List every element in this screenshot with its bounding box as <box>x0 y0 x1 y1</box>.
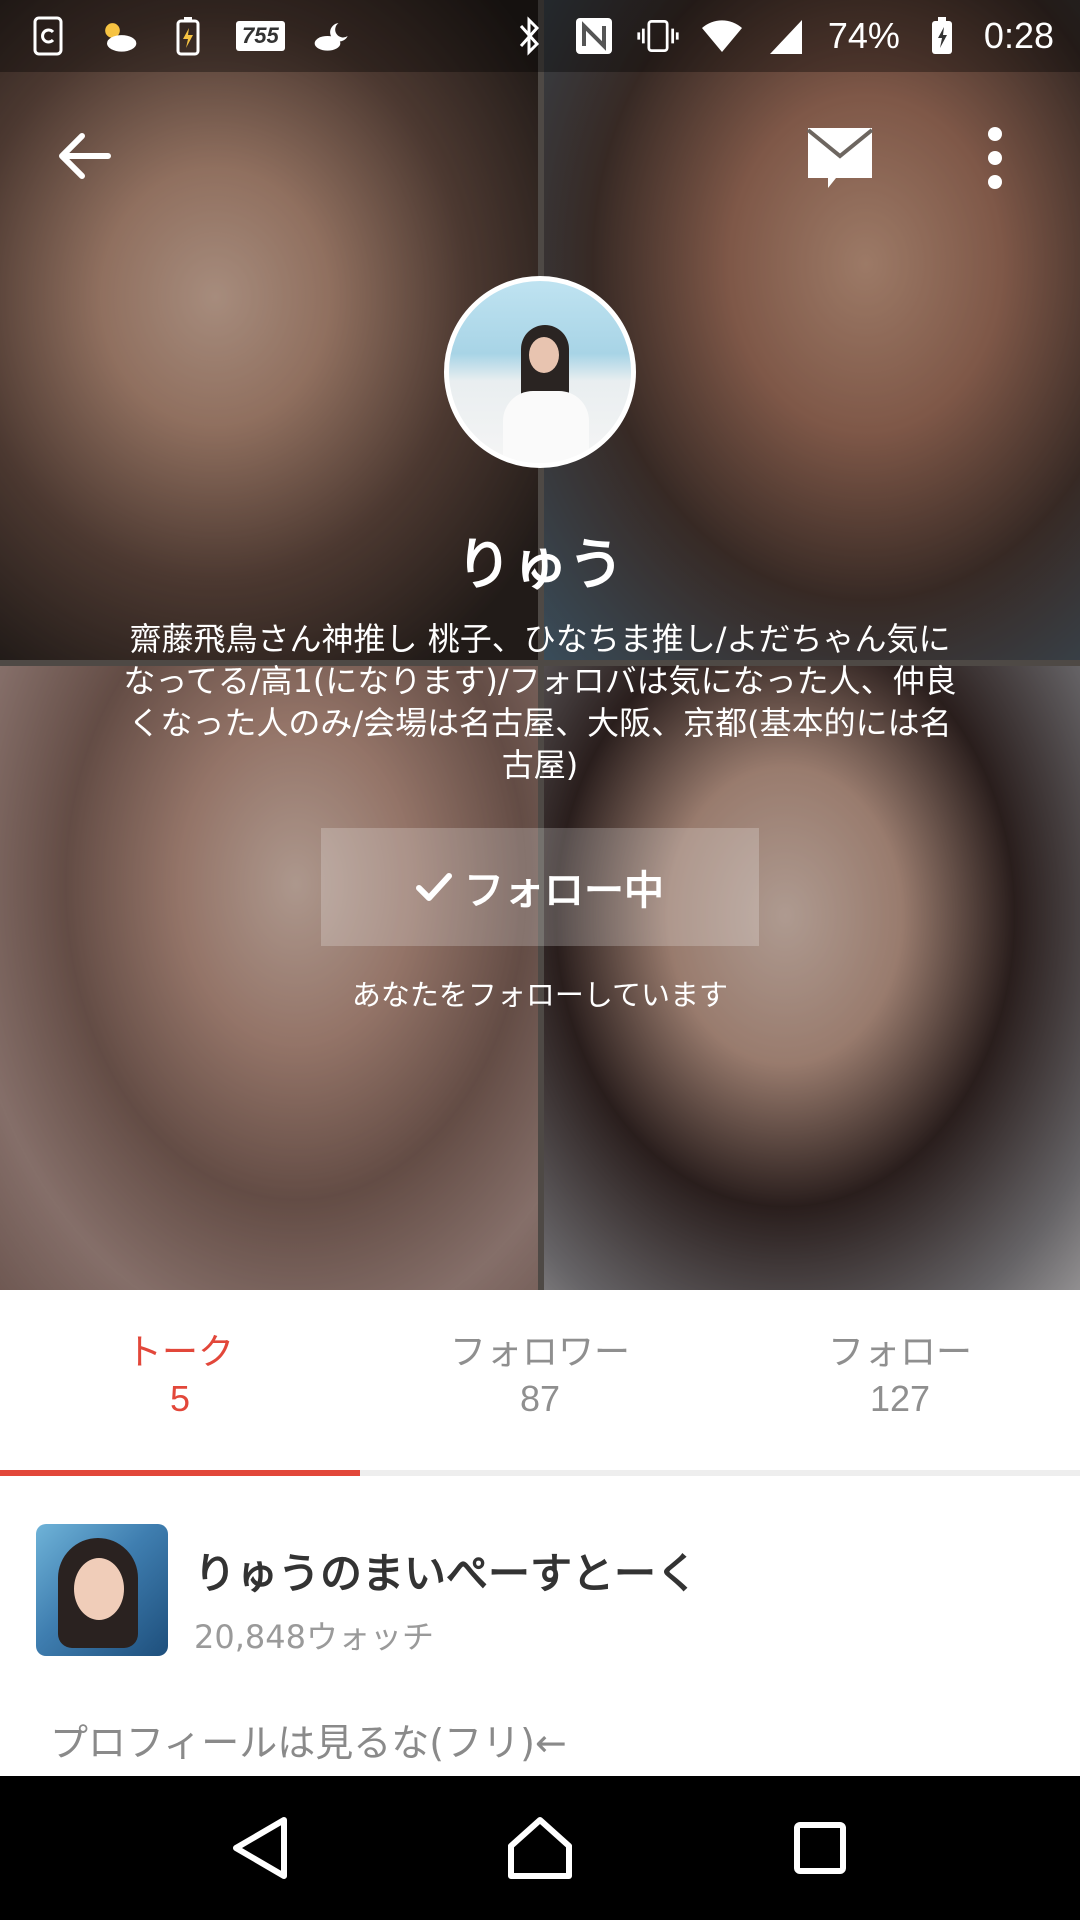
talk-description: プロフィールは見るな(フリ)← <box>50 1721 567 1765</box>
talk-thumbnail <box>36 1524 168 1656</box>
tab-following-count: 127 <box>869 1378 931 1419</box>
more-vert-icon <box>988 127 1002 189</box>
profile-tabs: トーク 5 フォロワー 87 フォロー 127 <box>0 1290 1080 1474</box>
sync-icon <box>26 14 70 58</box>
following-button-label: フォロー中 <box>464 868 664 914</box>
more-options-button[interactable] <box>970 118 1020 198</box>
tab-talk[interactable]: トーク 5 <box>0 1290 360 1474</box>
nav-recents-button[interactable] <box>770 1798 870 1898</box>
battery-percent: 74% <box>827 15 900 56</box>
battery-icon <box>920 14 964 58</box>
triangle-back-icon <box>233 1817 287 1879</box>
nav-home-button[interactable] <box>490 1798 590 1898</box>
talk-list-item[interactable]: りゅうのまいぺーすとーく 20,848ウォッチ <box>0 1500 1080 1700</box>
profile-username: りゅう <box>456 533 624 598</box>
night-weather-icon <box>311 14 355 58</box>
follows-you-label: あなたをフォローしています <box>351 978 729 1012</box>
nav-back-button[interactable] <box>210 1798 310 1898</box>
weather-icon <box>96 14 140 58</box>
wifi-icon <box>700 14 744 58</box>
following-button[interactable]: フォロー中 <box>321 828 759 946</box>
profile-avatar[interactable] <box>444 276 636 468</box>
bluetooth-icon <box>508 14 552 58</box>
home-icon <box>508 1817 572 1879</box>
system-nav-bar <box>0 1776 1080 1920</box>
arrow-left-icon <box>59 133 111 179</box>
nfc-icon <box>572 14 616 58</box>
clock: 0:28 <box>983 15 1054 56</box>
tab-followers-label: フォロワー <box>449 1332 630 1373</box>
message-button[interactable] <box>800 118 880 198</box>
mail-icon <box>806 128 874 188</box>
vibrate-icon <box>636 14 680 58</box>
tab-talk-label: トーク <box>125 1332 234 1373</box>
talk-title: りゅうのまいぺーすとーく <box>194 1549 699 1598</box>
app-755-icon: 755 <box>236 21 285 51</box>
tab-following[interactable]: フォロー 127 <box>720 1290 1080 1474</box>
tab-following-label: フォロー <box>827 1332 972 1373</box>
check-icon <box>416 873 452 901</box>
tab-talk-count: 5 <box>169 1378 191 1419</box>
battery-charging-icon <box>166 14 210 58</box>
square-recents-icon <box>794 1822 846 1874</box>
tab-followers[interactable]: フォロワー 87 <box>360 1290 720 1474</box>
back-button[interactable] <box>44 116 124 196</box>
status-bar: 755 74% 0:28 <box>0 0 1080 72</box>
signal-icon <box>764 14 808 58</box>
talk-watch-count: 20,848ウォッチ <box>194 1618 434 1656</box>
tab-indicator <box>0 1470 360 1476</box>
profile-bio: 齋藤飛鳥さん神推し 桃子、ひなちま推し/よだちゃん気になってる/高1(になります… <box>123 620 957 784</box>
tab-followers-count: 87 <box>519 1378 561 1419</box>
